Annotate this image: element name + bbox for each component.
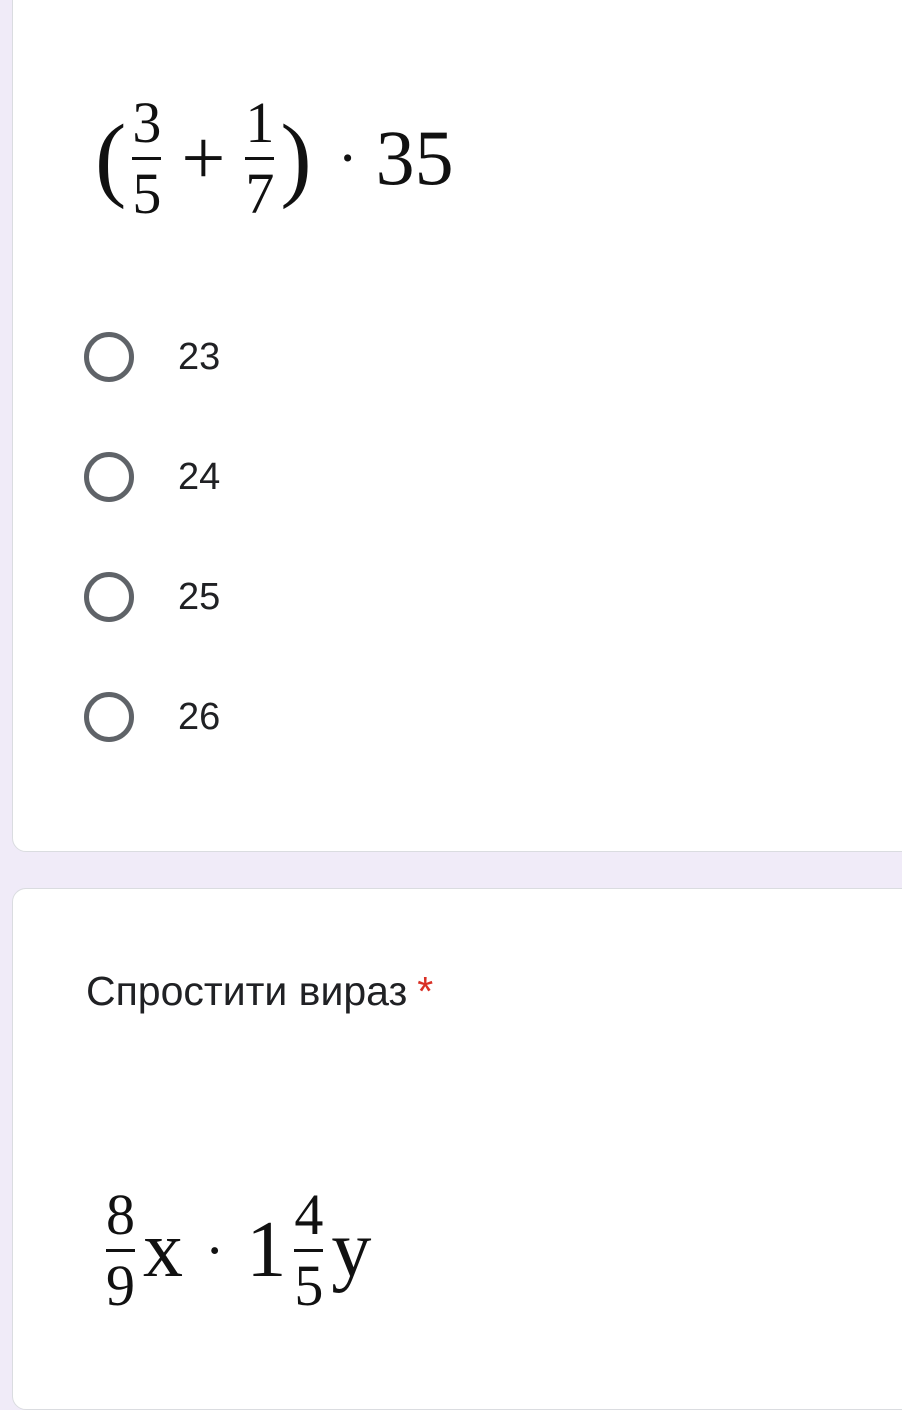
fraction-numerator: 8 (106, 1181, 135, 1247)
option-row[interactable]: 23 (84, 327, 220, 387)
option-label: 24 (178, 455, 221, 498)
variable-x: x (143, 1205, 183, 1294)
multiply-dot: · (205, 1217, 225, 1283)
question2-expression-image: 8 9 x · 1 4 5 y (106, 1160, 371, 1340)
multiplier-value: 35 (375, 114, 454, 201)
question-title: Спростити вираз * (86, 968, 433, 1015)
close-paren: ) (280, 106, 312, 210)
fraction-numerator: 4 (294, 1181, 324, 1247)
option-row[interactable]: 24 (84, 447, 220, 507)
plus-sign: + (181, 114, 226, 201)
fraction-bar (132, 156, 162, 160)
mixed-number-whole: 1 (246, 1205, 287, 1294)
radio-button[interactable] (84, 692, 134, 742)
fraction-3-5: 3 5 (132, 89, 162, 226)
fraction-8-9: 8 9 (106, 1181, 135, 1318)
radio-button[interactable] (84, 572, 134, 622)
fraction-bar (245, 156, 275, 160)
fraction-denominator: 9 (106, 1252, 135, 1318)
fraction-4-5: 4 5 (294, 1181, 324, 1318)
fraction-denominator: 5 (294, 1252, 324, 1318)
option-label: 23 (178, 335, 221, 378)
fraction-numerator: 3 (132, 89, 162, 155)
radio-button[interactable] (84, 452, 134, 502)
fraction-1-7: 1 7 (245, 89, 275, 226)
fraction-numerator: 1 (245, 89, 275, 155)
required-asterisk: * (417, 968, 434, 1014)
option-row[interactable]: 26 (84, 687, 220, 747)
fraction-denominator: 5 (132, 160, 162, 226)
question-title-text: Спростити вираз (86, 968, 408, 1014)
variable-y: y (331, 1205, 372, 1294)
multiply-dot: · (337, 124, 358, 191)
open-paren: ( (95, 106, 127, 210)
option-label: 25 (178, 575, 221, 618)
radio-button[interactable] (84, 332, 134, 382)
option-row[interactable]: 25 (84, 567, 220, 627)
fraction-bar (106, 1248, 135, 1252)
fraction-denominator: 7 (245, 160, 275, 226)
fraction-bar (294, 1248, 324, 1252)
option-label: 26 (178, 695, 221, 738)
question1-expression-image: ( 3 5 + 1 7 ) · 35 (95, 68, 454, 248)
